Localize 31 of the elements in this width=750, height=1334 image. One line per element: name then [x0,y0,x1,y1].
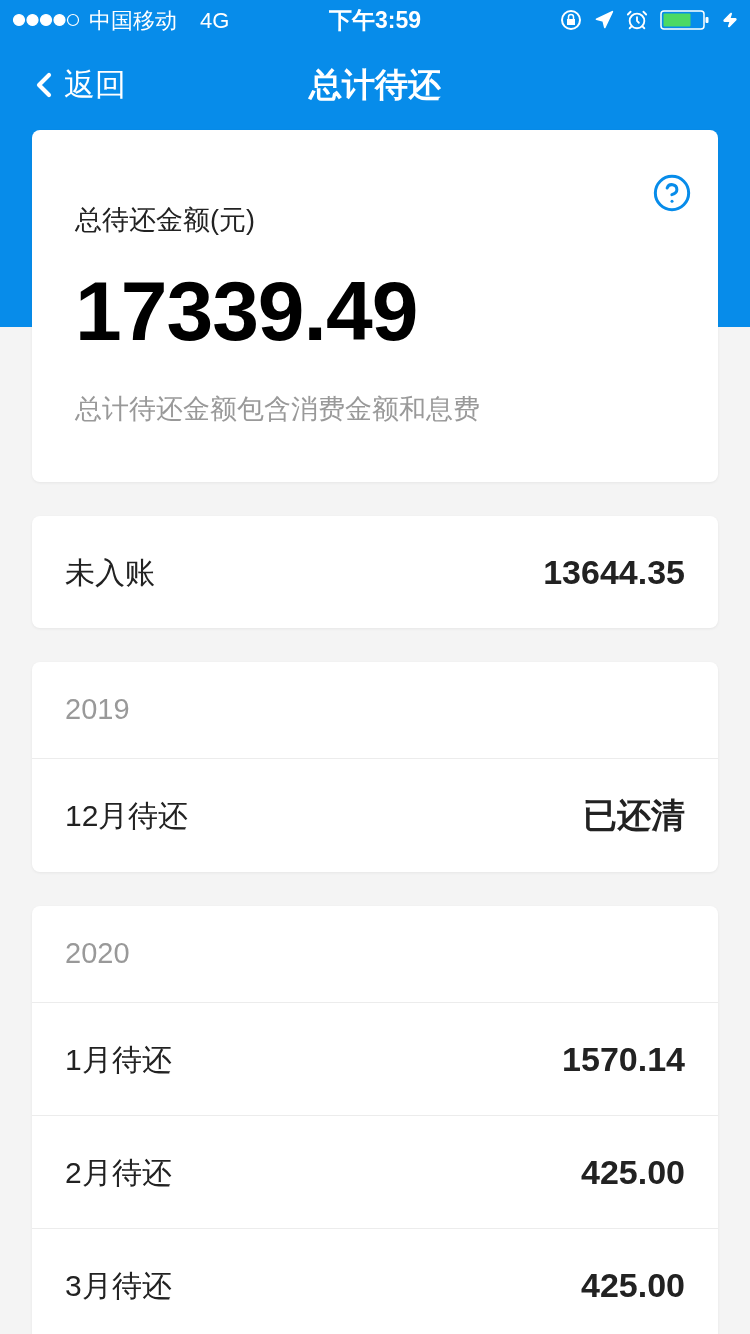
month-row[interactable]: 2月待还 425.00 [32,1116,718,1229]
signal-icon [12,13,80,27]
row-amount: 已还清 [583,795,685,836]
back-button[interactable]: 返回 [0,61,126,109]
network-type: 4G [200,6,230,35]
row-label: 2月待还 [65,1154,172,1191]
month-row[interactable]: 1月待还 1570.14 [32,1003,718,1116]
month-row[interactable]: 12月待还 已还清 [32,759,718,872]
rotation-lock-icon [560,9,582,31]
summary-note: 总计待还金额包含消费金额和息费 [75,392,481,426]
row-label: 未入账 [65,554,155,591]
row-amount: 13644.35 [543,551,685,593]
row-amount: 1570.14 [562,1038,685,1080]
summary-label: 总待还金额(元) [75,204,256,237]
battery-icon [660,9,710,31]
charging-icon [722,12,738,28]
row-amount: 425.00 [581,1265,685,1306]
row-label: 1月待还 [65,1041,172,1078]
total-amount: 17339.49 [75,268,419,353]
month-row[interactable]: 3月待还 425.00 [32,1229,718,1334]
page-title: 总计待还 [309,65,441,106]
help-icon[interactable] [652,173,692,213]
status-time: 下午3:59 [329,5,422,35]
row-label: 12月待还 [65,798,189,834]
year-heading: 2019 [65,692,130,728]
location-arrow-icon [594,10,614,30]
carrier-name: 中国移动 [89,6,177,35]
row-label: 3月待还 [65,1268,172,1304]
row-amount: 425.00 [581,1151,685,1193]
alarm-clock-icon [626,9,648,31]
year-heading: 2020 [65,936,130,972]
